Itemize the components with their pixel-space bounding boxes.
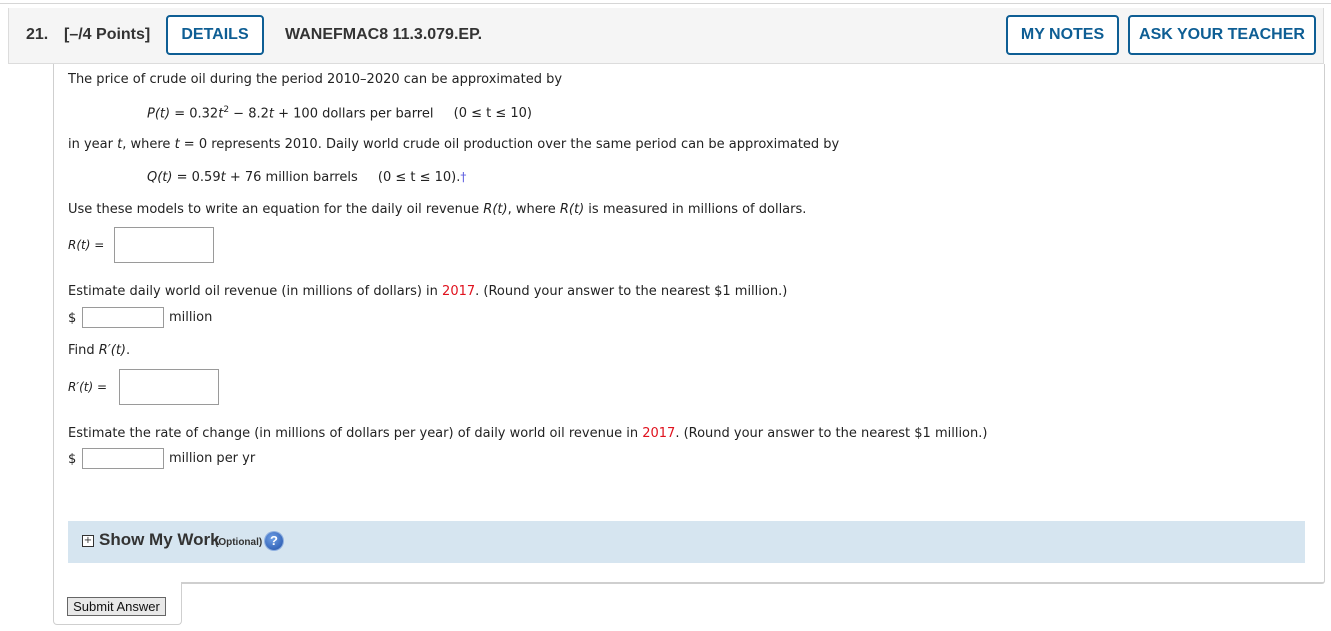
optional-label: (Optional) <box>215 537 263 548</box>
price-domain: (0 ≤ t ≤ 10) <box>453 106 532 122</box>
production-model: Q(t) = 0.59t + 76 million barrels (0 ≤ t… <box>147 170 467 185</box>
question-number: 21. <box>26 26 49 43</box>
task-statement: Use these models to write an equation fo… <box>68 202 807 217</box>
show-my-work-label[interactable]: Show My Work <box>99 530 220 550</box>
price-model: P(t) = 0.32t2 − 8.2t + 100 dollars per b… <box>147 105 532 122</box>
question-header: 21. [–/4 Points] DETAILS WANEFMAC8 11.3.… <box>8 8 1324 64</box>
ask-your-teacher-button[interactable]: ASK YOUR TEACHER <box>1128 15 1316 55</box>
points-label: [–/4 Points] <box>64 26 151 43</box>
rate-question: Estimate the rate of change (in millions… <box>68 426 988 441</box>
expand-plus-icon[interactable]: + <box>82 535 94 547</box>
dollar-sign: $ <box>68 311 77 326</box>
rate-input[interactable] <box>82 448 164 469</box>
million-unit: million <box>169 310 213 325</box>
submit-answer-button[interactable]: Submit Answer <box>67 597 166 616</box>
help-question-icon[interactable]: ? <box>265 532 283 550</box>
footnote-dagger-link[interactable]: † <box>460 170 466 184</box>
year-highlight: 2017 <box>642 426 676 441</box>
year-highlight: 2017 <box>442 284 476 299</box>
rprime-label: R′(t) = <box>68 380 108 394</box>
dollar-sign: $ <box>68 452 77 467</box>
details-button[interactable]: DETAILS <box>166 15 264 55</box>
problem-intro: The price of crude oil during the period… <box>68 72 563 87</box>
top-divider <box>0 3 1331 4</box>
question-id: WANEFMAC8 11.3.079.EP. <box>285 26 483 43</box>
find-derivative-prompt: Find R′(t). <box>68 343 131 358</box>
revenue-input[interactable] <box>82 307 164 328</box>
r-equation-input[interactable] <box>114 227 214 263</box>
problem-middle: in year t, where t = 0 represents 2010. … <box>68 137 840 152</box>
million-per-yr-unit: million per yr <box>169 451 256 466</box>
price-lhs: P(t) <box>147 106 171 122</box>
r-label: R(t) = <box>68 238 105 252</box>
production-domain: (0 ≤ t ≤ 10). <box>377 170 461 185</box>
show-my-work-panel[interactable]: + Show My Work (Optional) ? <box>68 521 1305 563</box>
rprime-input[interactable] <box>119 369 219 405</box>
my-notes-button[interactable]: MY NOTES <box>1006 15 1119 55</box>
revenue-question: Estimate daily world oil revenue (in mil… <box>68 284 788 299</box>
